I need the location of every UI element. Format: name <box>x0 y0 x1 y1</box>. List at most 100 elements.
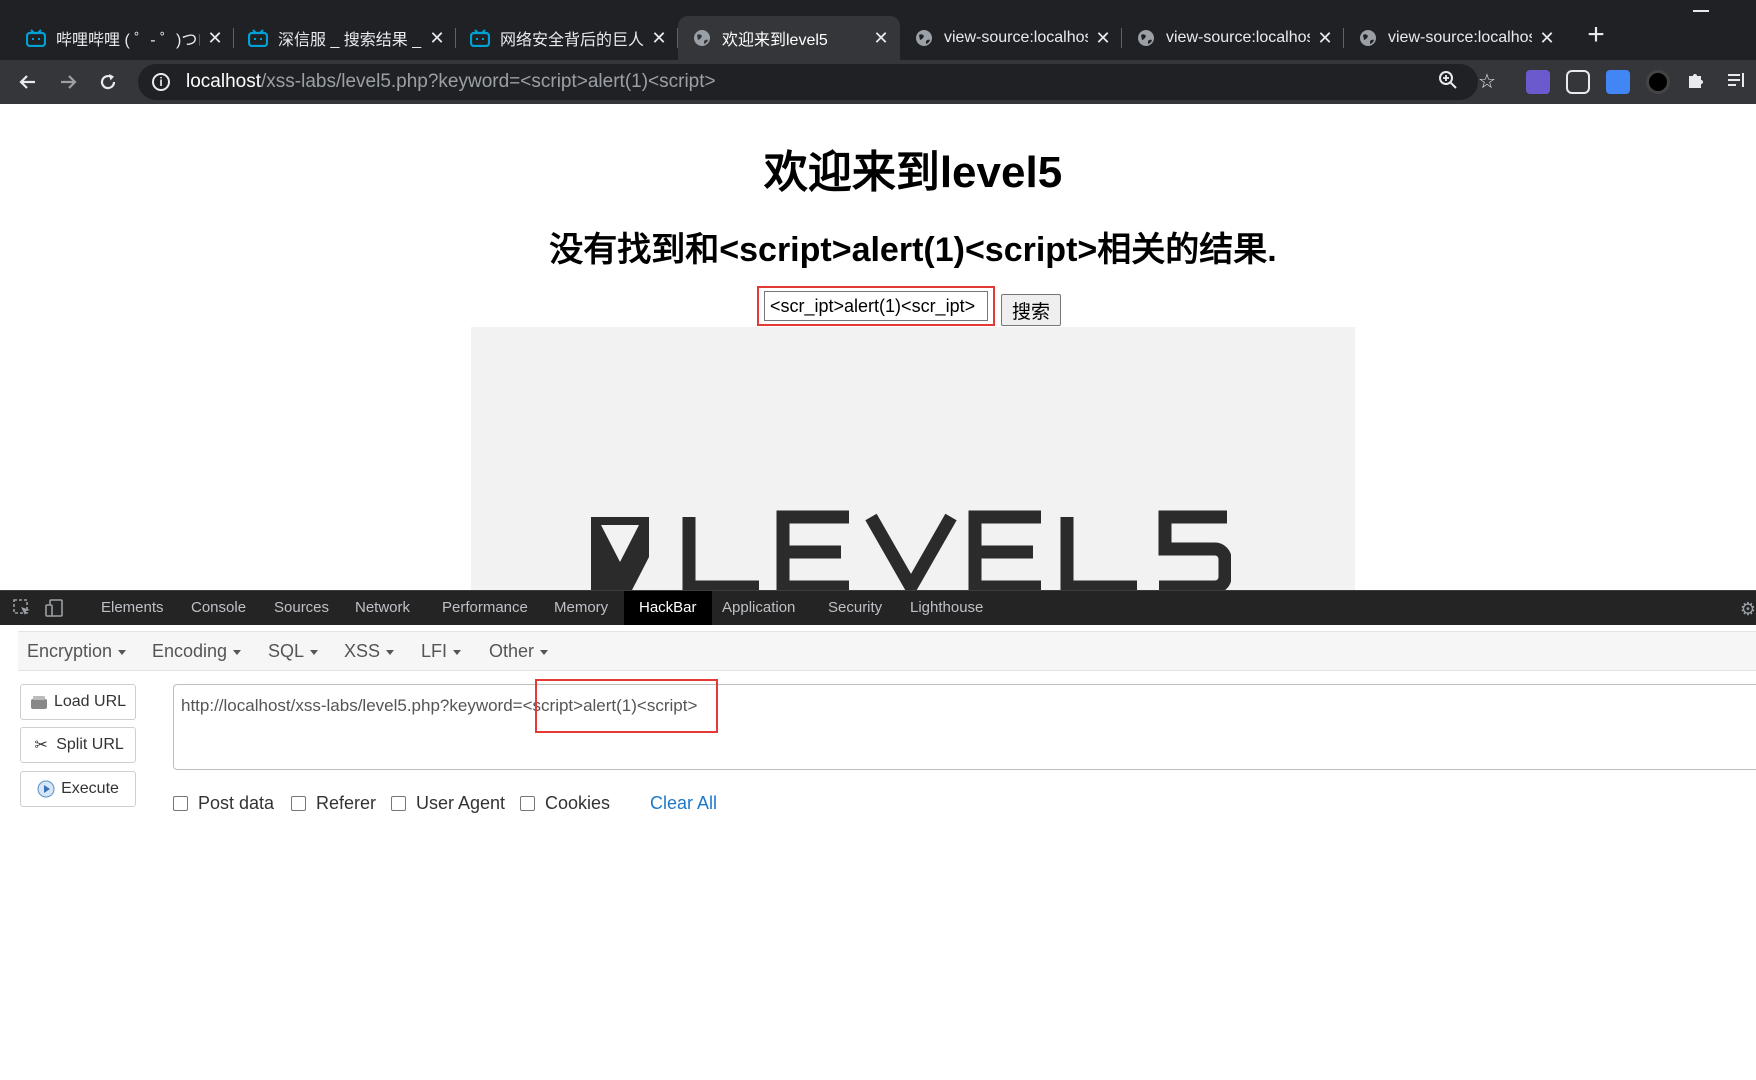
menu-label: Other <box>489 641 535 661</box>
caret-down-icon <box>386 649 395 655</box>
referer-checkbox[interactable]: Referer <box>291 793 376 814</box>
devtools-tab-security[interactable]: Security <box>813 591 897 625</box>
button-label: Load URL <box>53 693 127 710</box>
checkbox-label: Post data <box>198 793 275 813</box>
dark-mode-extension-icon[interactable] <box>1646 70 1670 94</box>
close-icon[interactable]: ✕ <box>1538 29 1556 47</box>
devtools-tab-hackbar[interactable]: HackBar <box>624 591 712 625</box>
checkbox-box[interactable] <box>520 796 535 811</box>
tab-title: view-source:localhost <box>1388 29 1532 46</box>
cookies-checkbox[interactable]: Cookies <box>520 793 610 814</box>
gear-icon[interactable]: ⚙ <box>1740 599 1756 620</box>
menu-label: SQL <box>268 641 305 661</box>
menu-xss[interactable]: XSS <box>344 632 395 670</box>
search-input[interactable] <box>764 291 988 321</box>
devtools-tab-sources[interactable]: Sources <box>259 591 344 625</box>
page-heading: 欢迎来到level5 <box>763 148 1063 197</box>
post-data-checkbox[interactable]: Post data <box>173 793 274 814</box>
level5-banner-image <box>471 327 1355 590</box>
tab-title: 深信服 _ 搜索结果 _ 哔 <box>278 32 422 49</box>
tab-title: view-source:localhost <box>944 29 1088 46</box>
globe-icon <box>692 28 712 48</box>
devtools-tab-performance[interactable]: Performance <box>427 591 543 625</box>
menu-label: LFI <box>421 641 448 661</box>
browser-tab[interactable]: view-source:localhost ✕ <box>1344 16 1566 60</box>
bilibili-icon <box>470 28 490 48</box>
tab-title: 欢迎来到level5 <box>722 32 828 49</box>
browser-tab-active[interactable]: 欢迎来到level5 ✕ <box>678 16 900 60</box>
level5-logo <box>591 510 1231 590</box>
translate-extension-icon[interactable] <box>1606 70 1630 94</box>
caret-down-icon <box>233 649 242 655</box>
search-result-message: 没有找到和<script>alert(1)<script>相关的结果. <box>549 231 1277 269</box>
close-icon[interactable]: ✕ <box>1316 29 1334 47</box>
checkbox-label: Referer <box>316 793 377 813</box>
back-icon[interactable] <box>12 66 44 98</box>
browser-tab[interactable]: view-source:localhost ✕ <box>1122 16 1344 60</box>
checkbox-box[interactable] <box>291 796 306 811</box>
inspect-element-icon[interactable] <box>12 598 32 618</box>
devtools-tab-console[interactable]: Console <box>176 591 261 625</box>
bookmark-star-icon[interactable]: ☆ <box>1478 70 1496 94</box>
menu-label: Encoding <box>152 641 228 661</box>
tab-title: 哔哩哔哩 ( ゜- ゜)つロ <box>56 32 200 49</box>
checkbox-box[interactable] <box>173 796 188 811</box>
caret-down-icon <box>453 649 462 655</box>
split-url-button[interactable]: ✂ Split URL <box>20 727 136 763</box>
glasses-extension-icon[interactable] <box>1566 70 1590 94</box>
hackbar-url-textarea[interactable]: http://localhost/xss-labs/level5.php?key… <box>173 684 1756 770</box>
url-path: /xss-labs/level5.php?keyword=<script>ale… <box>261 71 716 92</box>
browser-tab[interactable]: view-source:localhost ✕ <box>900 16 1122 60</box>
reading-list-icon[interactable] <box>1726 70 1746 96</box>
close-icon[interactable]: ✕ <box>1094 29 1112 47</box>
address-bar[interactable]: i localhost/xss-labs/level5.php?keyword=… <box>138 64 1478 100</box>
pdf-extension-icon[interactable] <box>1526 70 1550 94</box>
close-icon[interactable]: ✕ <box>206 29 224 47</box>
menu-label: Encryption <box>27 641 113 661</box>
browser-toolbar: i localhost/xss-labs/level5.php?keyword=… <box>0 60 1756 104</box>
close-icon[interactable]: ✕ <box>872 29 890 47</box>
info-icon[interactable]: i <box>152 73 170 91</box>
clear-all-link[interactable]: Clear All <box>650 793 717 814</box>
extensions-puzzle-icon[interactable] <box>1686 70 1706 96</box>
url-payload: <script>alert(1)<script> <box>522 696 698 715</box>
forward-icon[interactable] <box>52 66 84 98</box>
execute-button[interactable]: Execute <box>20 771 136 807</box>
globe-icon <box>914 28 934 48</box>
minimize-icon[interactable] <box>1693 10 1709 12</box>
close-icon[interactable]: ✕ <box>428 29 446 47</box>
checkbox-box[interactable] <box>391 796 406 811</box>
zoom-icon[interactable] <box>1438 70 1458 96</box>
button-label: Split URL <box>56 736 124 753</box>
devtools-tab-memory[interactable]: Memory <box>539 591 623 625</box>
devtools-tab-application[interactable]: Application <box>707 591 810 625</box>
load-url-icon <box>30 693 48 711</box>
tab-strip: 哔哩哔哩 ( ゜- ゜)つロ ✕ 深信服 _ 搜索结果 _ 哔 ✕ 网络安全背后… <box>0 0 1756 60</box>
close-icon[interactable]: ✕ <box>650 29 668 47</box>
menu-encoding[interactable]: Encoding <box>152 632 242 670</box>
caret-down-icon <box>310 649 319 655</box>
browser-tab[interactable]: 网络安全背后的巨人- ✕ <box>456 16 678 60</box>
device-toolbar-icon[interactable] <box>44 598 64 618</box>
new-tab-button[interactable]: + <box>1582 20 1610 52</box>
menu-other[interactable]: Other <box>489 632 549 670</box>
menu-sql[interactable]: SQL <box>268 632 319 670</box>
load-url-button[interactable]: Load URL <box>20 684 136 720</box>
browser-tab[interactable]: 深信服 _ 搜索结果 _ 哔 ✕ <box>234 16 456 60</box>
menu-lfi[interactable]: LFI <box>421 632 462 670</box>
hackbar-panel: Encryption Encoding SQL XSS LFI Other Lo… <box>0 625 1756 1080</box>
devtools-tab-bar: Elements Console Sources Network Perform… <box>0 590 1756 625</box>
menu-label: XSS <box>344 641 381 661</box>
caret-down-icon <box>118 649 127 655</box>
devtools-tab-network[interactable]: Network <box>340 591 425 625</box>
devtools-tab-elements[interactable]: Elements <box>86 591 179 625</box>
search-button[interactable]: 搜索 <box>1001 294 1061 326</box>
menu-encryption[interactable]: Encryption <box>27 632 127 670</box>
browser-tab[interactable]: 哔哩哔哩 ( ゜- ゜)つロ ✕ <box>12 16 234 60</box>
bilibili-icon <box>26 28 46 48</box>
reload-icon[interactable] <box>92 66 124 98</box>
globe-icon <box>1358 28 1378 48</box>
tab-title: 网络安全背后的巨人- <box>500 32 644 49</box>
devtools-tab-lighthouse[interactable]: Lighthouse <box>895 591 998 625</box>
user-agent-checkbox[interactable]: User Agent <box>391 793 505 814</box>
